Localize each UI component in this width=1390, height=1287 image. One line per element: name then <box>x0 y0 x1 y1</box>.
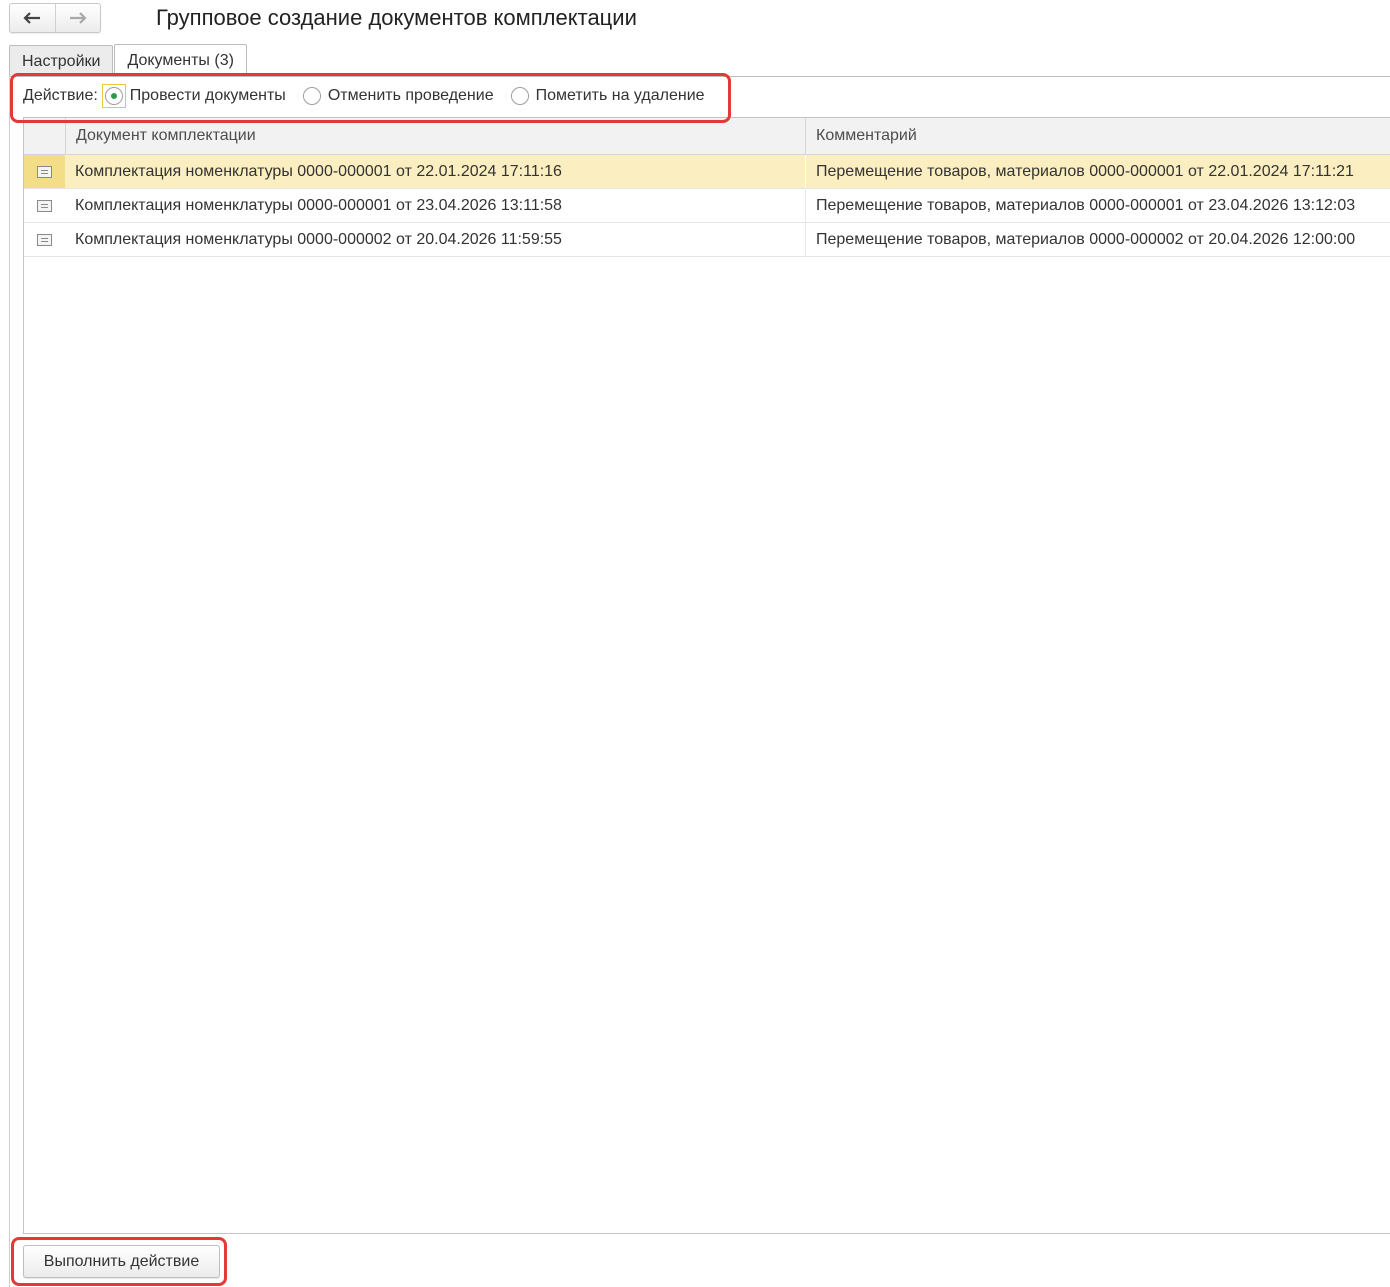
table-row[interactable]: Комплектация номенклатуры 0000-000001 от… <box>24 189 1390 223</box>
header-document[interactable]: Документ комплектации <box>65 118 805 154</box>
back-button[interactable] <box>10 4 55 32</box>
panel-border <box>9 76 10 1287</box>
document-cell[interactable]: Комплектация номенклатуры 0000-000001 от… <box>65 189 805 222</box>
document-cell[interactable]: Комплектация номенклатуры 0000-000001 от… <box>65 155 805 188</box>
row-icon-cell <box>24 155 65 188</box>
forward-button[interactable] <box>54 4 101 32</box>
table-row[interactable]: Комплектация номенклатуры 0000-000001 от… <box>24 155 1390 189</box>
header-icon-column <box>24 118 65 154</box>
table-header: Документ комплектации Комментарий <box>24 118 1390 155</box>
row-icon-cell <box>24 189 65 222</box>
document-icon <box>37 233 52 246</box>
document-cell[interactable]: Комплектация номенклатуры 0000-000002 от… <box>65 223 805 256</box>
table-row[interactable]: Комплектация номенклатуры 0000-000002 от… <box>24 223 1390 257</box>
arrow-right-icon <box>69 12 87 24</box>
document-icon <box>37 199 52 212</box>
comment-cell[interactable]: Перемещение товаров, материалов 0000-000… <box>805 189 1390 222</box>
highlight-box-action <box>10 73 731 123</box>
navigation-buttons <box>9 3 101 33</box>
document-icon <box>37 165 52 178</box>
arrow-left-icon <box>23 12 41 24</box>
row-icon-cell <box>24 223 65 256</box>
comment-cell[interactable]: Перемещение товаров, материалов 0000-000… <box>805 155 1390 188</box>
highlight-box-button <box>11 1237 227 1286</box>
header-comment[interactable]: Комментарий <box>805 118 1390 154</box>
page-title: Групповое создание документов комплектац… <box>156 5 637 30</box>
comment-cell[interactable]: Перемещение товаров, материалов 0000-000… <box>805 223 1390 256</box>
documents-table: Документ комплектации Комментарий Компле… <box>23 117 1390 1234</box>
